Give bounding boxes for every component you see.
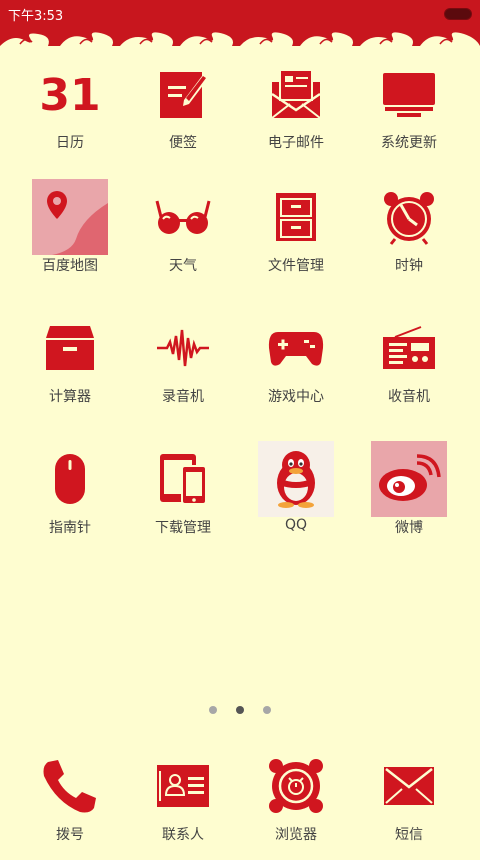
devices-icon [145, 441, 221, 517]
app-label: 短信 [395, 827, 423, 843]
radio-icon [371, 310, 447, 386]
app-label: 便签 [169, 135, 197, 151]
alarm-clock-icon [371, 179, 447, 255]
app-label: 下载管理 [155, 520, 211, 536]
mouse-icon [32, 441, 108, 517]
waveform-icon [145, 310, 221, 386]
page-dot[interactable] [263, 706, 272, 714]
app-label: 微博 [395, 520, 423, 536]
app-label: 文件管理 [268, 258, 324, 274]
app-file-manager[interactable]: 文件管理 [240, 171, 352, 291]
decorative-cloud-border [0, 28, 480, 46]
calendar-31-icon: 31 [32, 56, 108, 132]
app-browser[interactable]: 浏览器 [240, 740, 352, 860]
envelope-letter-icon [258, 56, 334, 132]
app-calculator[interactable]: 计算器 [14, 302, 126, 422]
app-label: 指南针 [49, 520, 91, 536]
page-dot[interactable] [208, 706, 217, 714]
app-label: 计算器 [49, 389, 91, 405]
app-label: 联系人 [162, 827, 204, 843]
app-baidu-map[interactable]: 百度地图 [14, 171, 126, 291]
battery-icon [444, 8, 472, 20]
app-calendar[interactable]: 31 日历 [14, 48, 126, 168]
app-clock[interactable]: 时钟 [353, 171, 465, 291]
app-radio[interactable]: 收音机 [353, 302, 465, 422]
contact-card-icon [145, 748, 221, 824]
app-label: 录音机 [162, 389, 204, 405]
cabinet-icon [258, 179, 334, 255]
app-label: 时钟 [395, 258, 423, 274]
app-email[interactable]: 电子邮件 [240, 48, 352, 168]
app-label: 百度地图 [42, 258, 98, 274]
envelope-icon [371, 748, 447, 824]
browser-speaker-icon [258, 748, 334, 824]
app-sms[interactable]: 短信 [353, 740, 465, 860]
app-label: 系统更新 [381, 135, 437, 151]
page-indicator [0, 699, 480, 714]
app-dialer[interactable]: 拨号 [14, 740, 126, 860]
qq-penguin-icon [258, 441, 334, 517]
app-label: 拨号 [56, 827, 84, 843]
status-bar: 下午3:53 [0, 0, 480, 28]
app-label: 浏览器 [275, 827, 317, 843]
app-label: QQ [284, 517, 308, 533]
phone-icon [32, 748, 108, 824]
app-label: 游戏中心 [268, 389, 324, 405]
box-icon [32, 310, 108, 386]
app-weather[interactable]: 天气 [127, 171, 239, 291]
app-contacts[interactable]: 联系人 [127, 740, 239, 860]
weibo-eye-icon [371, 441, 447, 517]
svg-text:31: 31 [40, 70, 100, 121]
app-qq[interactable]: QQ [240, 433, 352, 553]
status-time: 下午3:53 [8, 9, 64, 24]
app-label: 天气 [169, 258, 197, 274]
app-weibo[interactable]: 微博 [353, 433, 465, 553]
app-label: 收音机 [388, 389, 430, 405]
gamepad-icon [258, 310, 334, 386]
sunglasses-icon [145, 179, 221, 255]
app-download-manager[interactable]: 下载管理 [127, 433, 239, 553]
app-recorder[interactable]: 录音机 [127, 302, 239, 422]
app-system-update[interactable]: 系统更新 [353, 48, 465, 168]
app-compass[interactable]: 指南针 [14, 433, 126, 553]
app-label: 日历 [56, 135, 84, 151]
notes-pen-icon [145, 56, 221, 132]
page-dot-active[interactable] [236, 706, 244, 714]
monitor-icon [371, 56, 447, 132]
app-notes[interactable]: 便签 [127, 48, 239, 168]
app-game-center[interactable]: 游戏中心 [240, 302, 352, 422]
app-label: 电子邮件 [268, 135, 324, 151]
map-pin-icon [32, 179, 108, 255]
